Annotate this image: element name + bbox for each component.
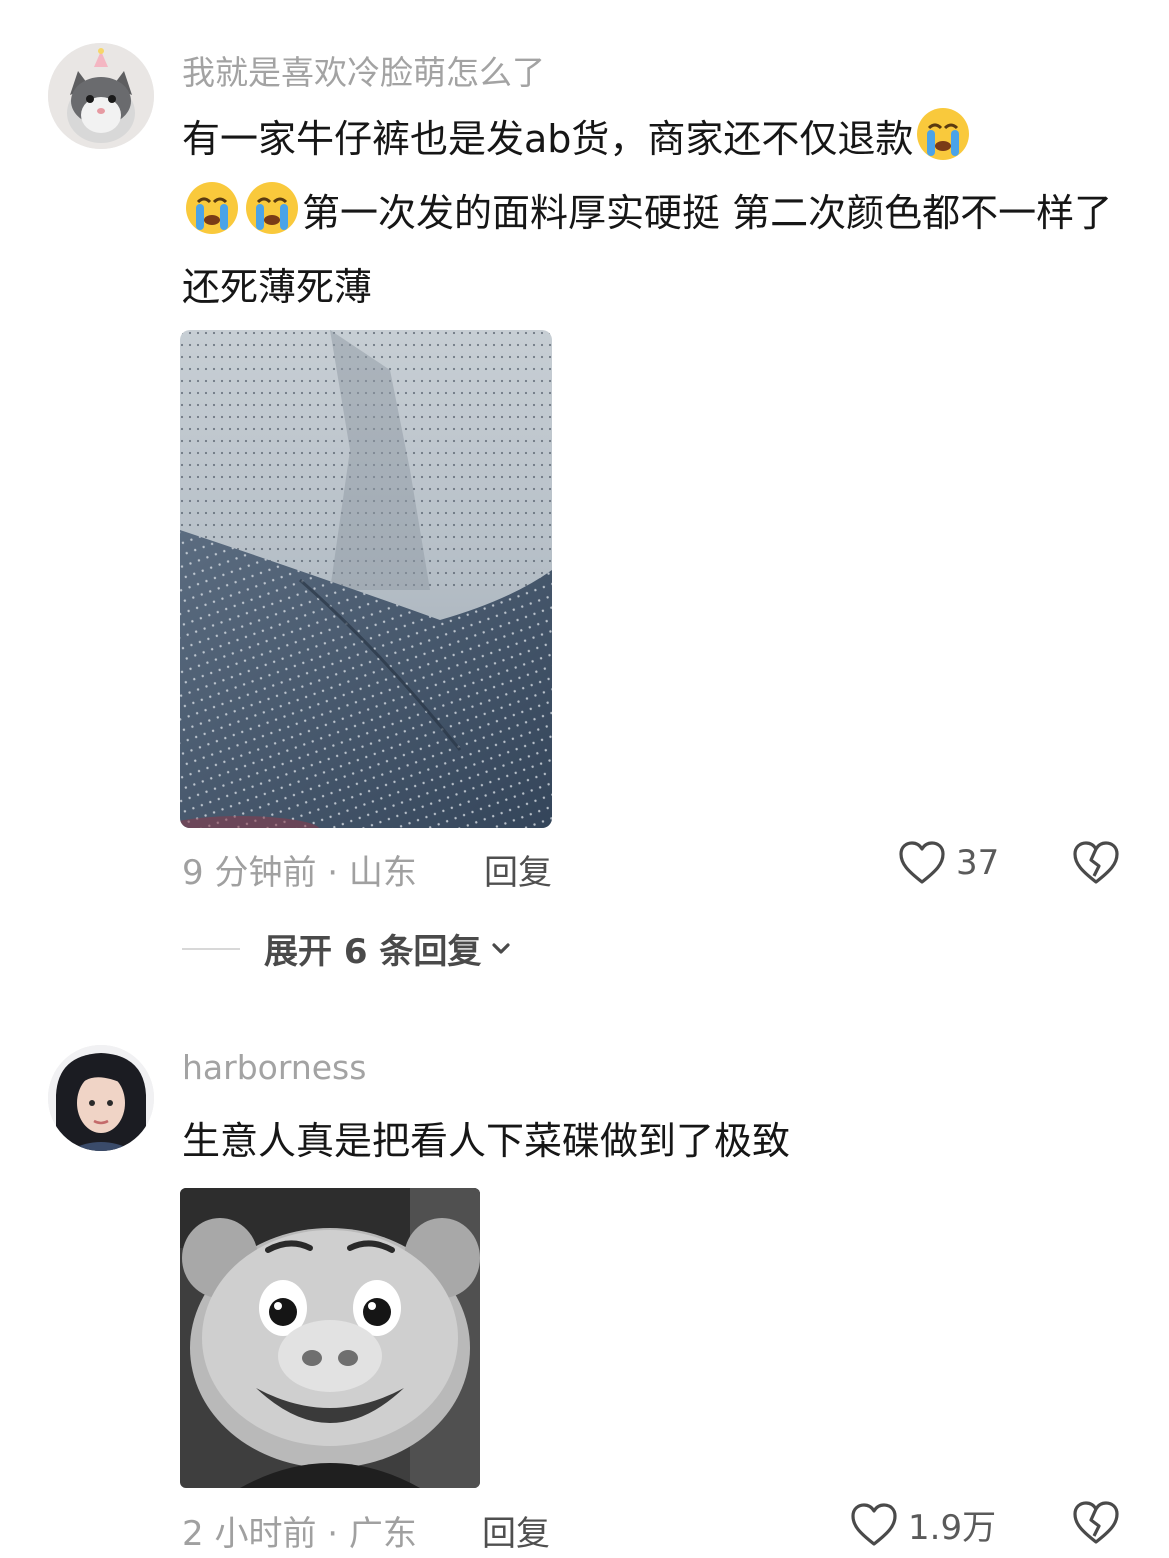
like-count: 1.9万 [908, 1508, 997, 1548]
dislike-button[interactable] [1072, 840, 1120, 890]
username[interactable]: 我就是喜欢冷脸萌怎么了 [182, 46, 545, 94]
username[interactable]: harborness [182, 1048, 366, 1087]
avatar[interactable] [48, 1045, 154, 1151]
expand-replies-button[interactable]: 展开 6 条回复 [182, 924, 515, 973]
comment-time-location: 9 分钟前 · 山东 [182, 853, 417, 893]
comment-text: 生意人真是把看人下菜碟做到了极致 [182, 1119, 791, 1163]
crying-emoji-icon [246, 182, 298, 234]
comment-text-part: 第一次发的面料厚实硬挺 第二次颜色都不一样了还死薄死薄 [182, 191, 1113, 309]
comment-text: 有一家牛仔裤也是发ab货，商家还不仅退款第一次发的面料厚实硬挺 第二次颜色都不一… [182, 102, 1132, 324]
attached-photo-pig-meme[interactable] [180, 1188, 480, 1488]
chevron-down-icon [492, 942, 510, 954]
avatar[interactable] [48, 43, 154, 149]
like-button[interactable]: 1.9万 [850, 1500, 996, 1549]
like-button[interactable]: 37 [898, 840, 999, 886]
attached-photo-denim[interactable] [180, 330, 552, 828]
comment-text-part: 有一家牛仔裤也是发ab货，商家还不仅退款 [182, 117, 914, 161]
divider [182, 947, 240, 950]
reply-button[interactable]: 回复 [484, 845, 552, 894]
heart-outline-icon [851, 1502, 897, 1546]
reply-button[interactable]: 回复 [482, 1506, 550, 1555]
like-count: 37 [956, 843, 1000, 883]
broken-heart-icon [1073, 1501, 1119, 1544]
broken-heart-icon [1073, 841, 1119, 884]
heart-outline-icon [899, 841, 945, 884]
dislike-button[interactable] [1072, 1500, 1120, 1550]
crying-emoji-icon [917, 108, 970, 160]
crying-emoji-icon [186, 182, 238, 234]
expand-replies-label: 展开 6 条回复 [264, 932, 482, 972]
comment-time-location: 2 小时前 · 广东 [182, 1514, 417, 1554]
